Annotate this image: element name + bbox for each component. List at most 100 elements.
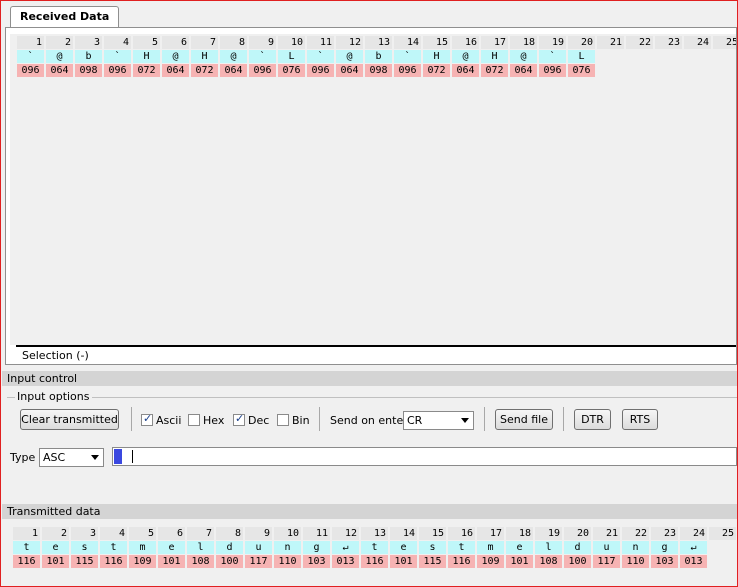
dec-cell: 116: [100, 555, 127, 568]
dec-cell: 098: [75, 64, 102, 77]
dec-cell: 108: [187, 555, 214, 568]
selection-label: Selection (-): [22, 349, 89, 362]
separator: [131, 407, 132, 431]
column-header-cell: 22: [622, 527, 649, 540]
terminal-window: Received Data 1 2 3 4 5 6 7 8 9 10 11 12 13 14 15 16 17 1…: [0, 0, 738, 587]
column-header-cell: 18: [510, 36, 537, 49]
ascii-cell: u: [245, 541, 272, 554]
received-dec-row: 096 064 098 096 072 064 072 064 096 076 096 064 098 0…: [17, 64, 597, 77]
hex-checkbox-box[interactable]: [188, 414, 200, 426]
ascii-cell: `: [104, 50, 131, 63]
send-file-button[interactable]: Send file: [495, 409, 553, 430]
ascii-cell: t: [361, 541, 388, 554]
dec-cell: 101: [42, 555, 69, 568]
ascii-cell: m: [477, 541, 504, 554]
column-header-cell: 3: [71, 527, 98, 540]
column-header-cell: 14: [390, 527, 417, 540]
dec-cell: 072: [423, 64, 450, 77]
clear-transmitted-button[interactable]: Clear transmitted: [20, 409, 119, 430]
dec-cell: 103: [303, 555, 330, 568]
ascii-cell: H: [481, 50, 508, 63]
column-header-cell: 10: [274, 527, 301, 540]
dec-checkbox-box[interactable]: [233, 412, 245, 426]
ascii-cell: b: [365, 50, 392, 63]
dec-cell: 101: [390, 555, 417, 568]
column-header-cell: 21: [597, 36, 624, 49]
dtr-button[interactable]: DTR: [574, 409, 611, 430]
dec-cell: 116: [361, 555, 388, 568]
bin-checkbox[interactable]: Bin: [277, 414, 310, 428]
ascii-cell: L: [568, 50, 595, 63]
transmitted-ascii-row: t e s t m e l d u n g ↵ t e s t m e l d u n g ↵: [13, 541, 709, 554]
ascii-cell: u: [593, 541, 620, 554]
separator: [319, 407, 320, 431]
column-header-cell: 6: [162, 36, 189, 49]
column-header-cell: 2: [42, 527, 69, 540]
ascii-checkbox[interactable]: Ascii: [141, 412, 181, 428]
column-header-cell: 9: [245, 527, 272, 540]
dec-cell: 096: [394, 64, 421, 77]
dec-cell: 013: [680, 555, 707, 568]
send-input-field[interactable]: [112, 447, 737, 466]
column-header-cell: 13: [365, 36, 392, 49]
dec-cell: 110: [274, 555, 301, 568]
column-header-cell: 21: [593, 527, 620, 540]
bin-checkbox-box[interactable]: [277, 414, 289, 426]
ascii-checkbox-box[interactable]: [141, 412, 153, 426]
dec-cell: 101: [158, 555, 185, 568]
column-header-cell: 23: [655, 36, 682, 49]
separator: [484, 407, 485, 431]
send-on-enter-select[interactable]: CR: [403, 411, 474, 430]
type-select-value: ASC: [43, 451, 66, 464]
send-on-enter-label: Send on enter: [330, 414, 408, 427]
dec-cell: 064: [452, 64, 479, 77]
rts-button[interactable]: RTS: [622, 409, 658, 430]
ascii-cell: ↵: [332, 541, 359, 554]
ascii-cell: L: [278, 50, 305, 63]
transmitted-data-header: Transmitted data: [2, 504, 737, 519]
column-header-cell: 1: [13, 527, 40, 540]
dec-cell: 100: [216, 555, 243, 568]
dec-cell: 064: [162, 64, 189, 77]
transmitted-data-grid[interactable]: 1 2 3 4 5 6 7 8 9 10 11 12 13 14 15 16 17 18 19 20 21 22 23 24 2…: [2, 521, 737, 581]
dec-cell: 109: [129, 555, 156, 568]
column-header-cell: 16: [448, 527, 475, 540]
type-select[interactable]: ASC: [39, 448, 104, 467]
ascii-cell: H: [191, 50, 218, 63]
hex-checkbox-label: Hex: [203, 414, 225, 427]
column-header-cell: 22: [626, 36, 653, 49]
column-header-cell: 6: [158, 527, 185, 540]
dec-checkbox[interactable]: Dec: [233, 412, 269, 428]
ascii-cell: `: [394, 50, 421, 63]
column-header-cell: 12: [336, 36, 363, 49]
column-header-cell: 19: [539, 36, 566, 49]
ascii-cell: l: [535, 541, 562, 554]
column-header-cell: 24: [684, 36, 711, 49]
ascii-cell: `: [539, 50, 566, 63]
ascii-cell: m: [129, 541, 156, 554]
dec-cell: 096: [104, 64, 131, 77]
column-header-cell: 23: [651, 527, 678, 540]
dec-cell: 064: [46, 64, 73, 77]
ascii-cell: H: [423, 50, 450, 63]
dec-cell: 100: [564, 555, 591, 568]
dec-cell: 064: [220, 64, 247, 77]
selection-divider: [16, 345, 736, 347]
ascii-cell: d: [564, 541, 591, 554]
ascii-cell: b: [75, 50, 102, 63]
column-header-cell: 11: [303, 527, 330, 540]
received-data-grid[interactable]: 1 2 3 4 5 6 7 8 9 10 11 12 13 14 15 16 17 18 19 20 21 22 23 24 2…: [10, 34, 736, 345]
tab-received-data[interactable]: Received Data: [10, 6, 120, 27]
ascii-cell: s: [419, 541, 446, 554]
ascii-cell: g: [651, 541, 678, 554]
ascii-cell: H: [133, 50, 160, 63]
column-header-cell: 12: [332, 527, 359, 540]
ascii-cell: `: [249, 50, 276, 63]
dec-cell: 064: [336, 64, 363, 77]
ascii-cell: t: [100, 541, 127, 554]
ascii-cell: `: [17, 50, 44, 63]
tab-strip: Received Data: [1, 1, 737, 28]
dec-cell: 098: [365, 64, 392, 77]
chevron-down-icon: [91, 455, 99, 460]
hex-checkbox[interactable]: Hex: [188, 414, 224, 428]
